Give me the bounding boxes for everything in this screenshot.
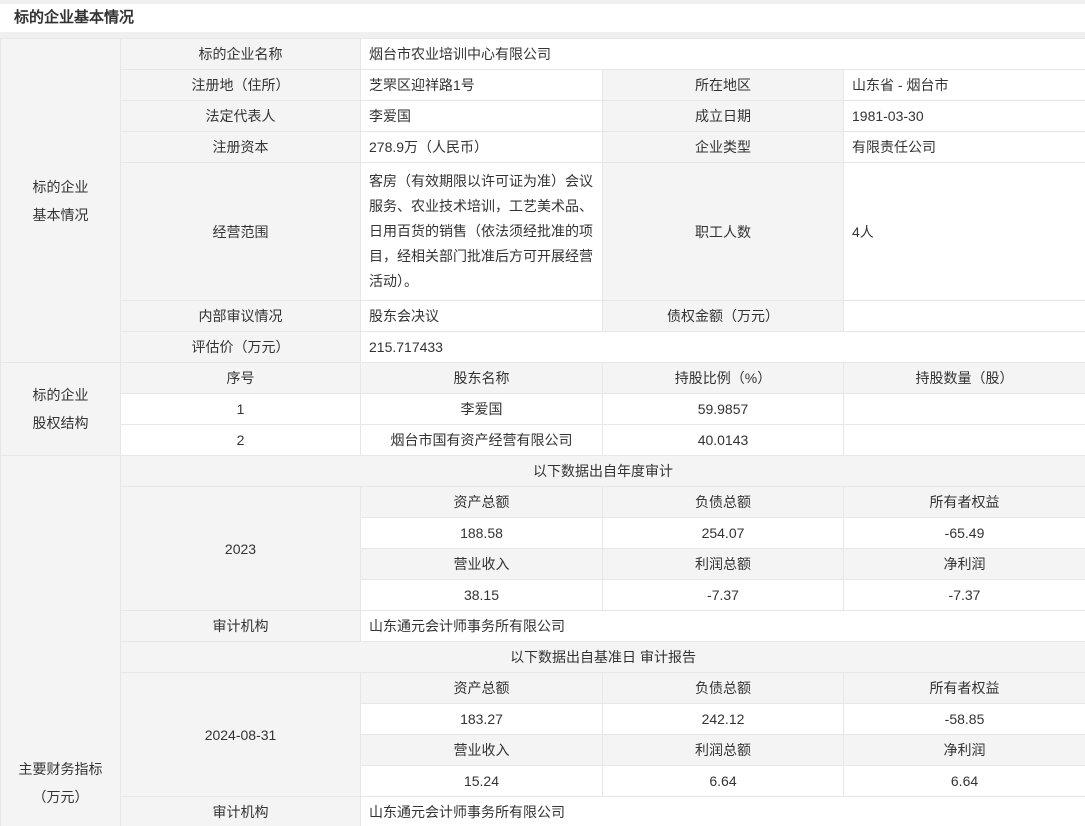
legal-representative-value: 李爱国: [361, 101, 603, 132]
registered-capital-label: 注册资本: [121, 132, 361, 163]
row-company-name: 标的企业 基本情况 标的企业名称 烟台市农业培训中心有限公司: [1, 39, 1085, 70]
company-name-label: 标的企业名称: [121, 39, 361, 70]
baseline-audit-firm-row: 审计机构 山东通元会计师事务所有限公司: [1, 797, 1085, 826]
baseline-owner-equity-value: -58.85: [844, 704, 1085, 735]
equity-1-ratio: 59.9857: [603, 394, 844, 425]
staff-count-value: 4人: [844, 163, 1085, 301]
baseline-owner-equity-label: 所有者权益: [844, 673, 1085, 704]
equity-1-index: 1: [121, 394, 361, 425]
annual-assets-label: 资产总额: [361, 487, 603, 518]
sidebar-equity-line2: 股权结构: [33, 415, 89, 431]
sidebar-section-equity: 标的企业 股权结构: [1, 363, 121, 456]
baseline-total-profit-value: 6.64: [603, 766, 844, 797]
appraisal-price-value: 215.717433: [361, 332, 1085, 363]
internal-review-value: 股东会决议: [361, 301, 603, 332]
founding-date-value: 1981-03-30: [844, 101, 1085, 132]
company-name-value: 烟台市农业培训中心有限公司: [361, 39, 1085, 70]
annual-assets-value: 188.58: [361, 518, 603, 549]
appraisal-price-label: 评估价（万元）: [121, 332, 361, 363]
annual-net-profit-value: -7.37: [844, 580, 1085, 611]
equity-2-ratio: 40.0143: [603, 425, 844, 456]
row-internal-review: 内部审议情况 股东会决议 债权金额（万元）: [1, 301, 1085, 332]
baseline-net-profit-label: 净利润: [844, 735, 1085, 766]
row-registered-capital: 注册资本 278.9万（人民币） 企业类型 有限责任公司: [1, 132, 1085, 163]
annual-liabilities-value: 254.07: [603, 518, 844, 549]
row-registered-address: 注册地（住所） 芝罘区迎祥路1号 所在地区 山东省 - 烟台市: [1, 70, 1085, 101]
annual-audit-note: 以下数据出自年度审计: [121, 456, 1085, 487]
page: 标的企业基本情况 标的企业 基本情况 标的企业名称 烟台市农业培训中心有限公司 …: [0, 0, 1085, 826]
baseline-audit-firm-label: 审计机构: [121, 797, 361, 826]
annual-audit-firm-value: 山东通元会计师事务所有限公司: [361, 611, 1085, 642]
baseline-revenue-value: 15.24: [361, 766, 603, 797]
registered-address-value: 芝罘区迎祥路1号: [361, 70, 603, 101]
annual-total-profit-label: 利润总额: [603, 549, 844, 580]
annual-liabilities-label: 负债总额: [603, 487, 844, 518]
internal-review-label: 内部审议情况: [121, 301, 361, 332]
founding-date-label: 成立日期: [603, 101, 844, 132]
annual-owner-equity-label: 所有者权益: [844, 487, 1085, 518]
page-title: 标的企业基本情况: [0, 4, 1085, 32]
annual-audit-firm-label: 审计机构: [121, 611, 361, 642]
baseline-total-profit-label: 利润总额: [603, 735, 844, 766]
baseline-audit-note: 以下数据出自基准日 审计报告: [121, 642, 1085, 673]
sidebar-basic-line1: 标的企业: [33, 179, 89, 195]
baseline-liabilities-value: 242.12: [603, 704, 844, 735]
region-value: 山东省 - 烟台市: [844, 70, 1085, 101]
equity-col-ratio: 持股比例（%）: [603, 363, 844, 394]
region-label: 所在地区: [603, 70, 844, 101]
equity-col-shares: 持股数量（股）: [844, 363, 1085, 394]
equity-row-2: 2 烟台市国有资产经营有限公司 40.0143: [1, 425, 1085, 456]
annual-metrics-header-1: 2023 资产总额 负债总额 所有者权益: [1, 487, 1085, 518]
business-scope-value: 客房（有效期限以许可证为准）会议服务、农业技术培训，工艺美术品、日用百货的销售（…: [361, 163, 603, 301]
baseline-liabilities-label: 负债总额: [603, 673, 844, 704]
business-scope-label: 经营范围: [121, 163, 361, 301]
sidebar-financial-line2: （万元）: [33, 789, 89, 805]
financial-annual-header-row: 主要财务指标 （万元） 以下数据出自年度审计: [1, 456, 1085, 487]
staff-count-label: 职工人数: [603, 163, 844, 301]
annual-revenue-label: 营业收入: [361, 549, 603, 580]
sidebar-section-financial: 主要财务指标 （万元）: [1, 456, 121, 826]
row-appraisal-price: 评估价（万元） 215.717433: [1, 332, 1085, 363]
equity-col-index: 序号: [121, 363, 361, 394]
equity-1-shareholder: 李爱国: [361, 394, 603, 425]
baseline-assets-value: 183.27: [361, 704, 603, 735]
sidebar-equity-line1: 标的企业: [33, 387, 89, 403]
row-legal-representative: 法定代表人 李爱国 成立日期 1981-03-30: [1, 101, 1085, 132]
annual-audit-firm-row: 审计机构 山东通元会计师事务所有限公司: [1, 611, 1085, 642]
equity-1-shares: [844, 394, 1085, 425]
baseline-assets-label: 资产总额: [361, 673, 603, 704]
annual-revenue-value: 38.15: [361, 580, 603, 611]
sidebar-section-basic: 标的企业 基本情况: [1, 39, 121, 363]
baseline-net-profit-value: 6.64: [844, 766, 1085, 797]
equity-2-shareholder: 烟台市国有资产经营有限公司: [361, 425, 603, 456]
baseline-period: 2024-08-31: [121, 673, 361, 797]
registered-address-label: 注册地（住所）: [121, 70, 361, 101]
debt-amount-label: 债权金额（万元）: [603, 301, 844, 332]
sidebar-financial-line1: 主要财务指标: [19, 761, 103, 777]
equity-row-1: 1 李爱国 59.9857: [1, 394, 1085, 425]
legal-representative-label: 法定代表人: [121, 101, 361, 132]
debt-amount-value: [844, 301, 1085, 332]
baseline-metrics-header-1: 2024-08-31 资产总额 负债总额 所有者权益: [1, 673, 1085, 704]
equity-col-shareholder: 股东名称: [361, 363, 603, 394]
annual-total-profit-value: -7.37: [603, 580, 844, 611]
row-business-scope: 经营范围 客房（有效期限以许可证为准）会议服务、农业技术培训，工艺美术品、日用百…: [1, 163, 1085, 301]
equity-header-row: 标的企业 股权结构 序号 股东名称 持股比例（%） 持股数量（股）: [1, 363, 1085, 394]
enterprise-info-table: 标的企业 基本情况 标的企业名称 烟台市农业培训中心有限公司 注册地（住所） 芝…: [0, 38, 1085, 826]
financial-baseline-header-row: 以下数据出自基准日 审计报告: [1, 642, 1085, 673]
company-type-label: 企业类型: [603, 132, 844, 163]
registered-capital-value: 278.9万（人民币）: [361, 132, 603, 163]
equity-2-index: 2: [121, 425, 361, 456]
annual-net-profit-label: 净利润: [844, 549, 1085, 580]
baseline-audit-firm-value: 山东通元会计师事务所有限公司: [361, 797, 1085, 826]
equity-2-shares: [844, 425, 1085, 456]
annual-owner-equity-value: -65.49: [844, 518, 1085, 549]
sidebar-basic-line2: 基本情况: [33, 207, 89, 223]
baseline-revenue-label: 营业收入: [361, 735, 603, 766]
annual-period: 2023: [121, 487, 361, 611]
company-type-value: 有限责任公司: [844, 132, 1085, 163]
